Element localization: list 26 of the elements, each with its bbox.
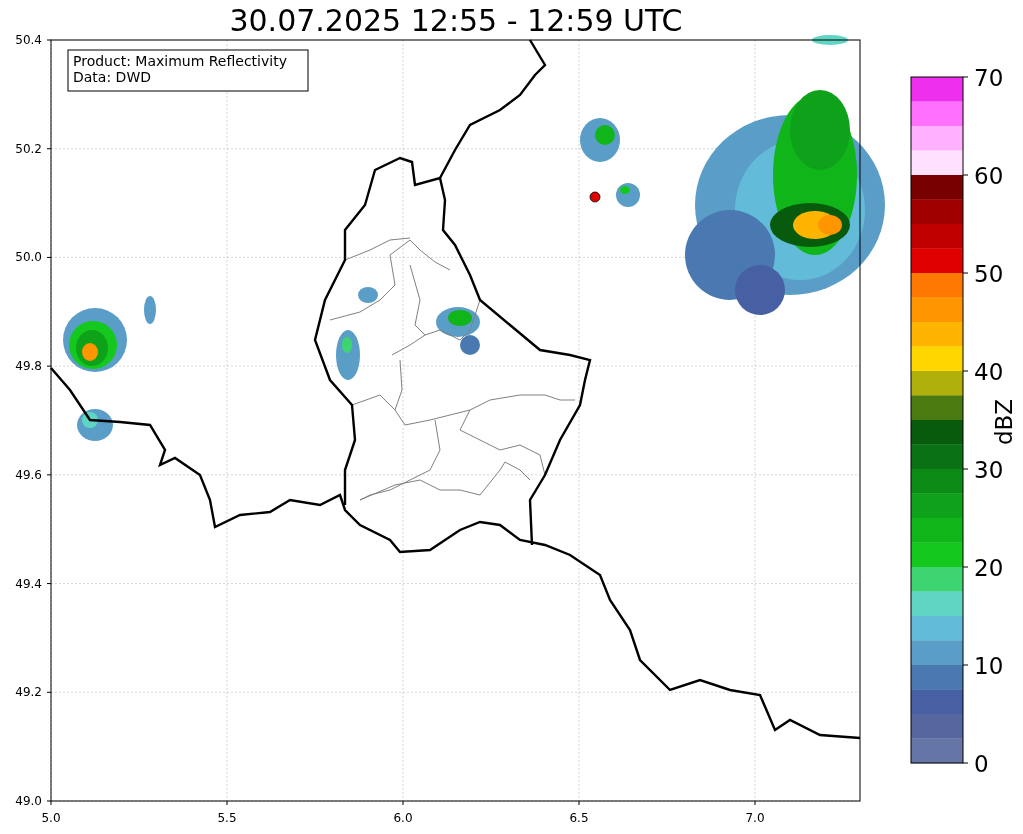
- info-text: Product: Maximum Reflectivity: [73, 53, 287, 69]
- colorbar-tick-label: 60: [974, 163, 1004, 189]
- colorbar-tick-label: 50: [974, 261, 1004, 287]
- colorbar-tick-label: 70: [974, 65, 1004, 91]
- chart-title: 30.07.2025 12:55 - 12:59 UTC: [229, 3, 683, 38]
- y-tick-label: 49.4: [15, 576, 42, 591]
- y-tick-label: 49.6: [15, 467, 42, 482]
- colorbar-tick-label: 20: [974, 555, 1004, 581]
- location-marker: [589, 191, 601, 203]
- x-tick-label: 5.5: [217, 811, 237, 825]
- x-tick-label: 6.0: [393, 811, 413, 825]
- info-text: Data: DWD: [73, 69, 151, 85]
- x-tick-label: 7.0: [745, 811, 765, 825]
- y-tick-label: 50.0: [15, 250, 42, 265]
- colorbar-tick-label: 40: [974, 359, 1004, 385]
- colorbar-tick-label: 0: [974, 751, 989, 777]
- y-tick-label: 49.8: [15, 359, 42, 374]
- x-tick-label: 5.0: [41, 811, 61, 825]
- x-tick-label: 6.5: [569, 811, 589, 825]
- y-tick-label: 50.2: [15, 141, 42, 156]
- y-tick-label: 50.4: [15, 33, 42, 47]
- y-tick-label: 49.2: [15, 685, 42, 700]
- colorbar-label: dBZ: [991, 398, 1017, 446]
- colorbar-tick-label: 10: [974, 653, 1004, 679]
- y-tick-label: 49.0: [15, 794, 42, 808]
- colorbar-tick-label: 30: [974, 457, 1004, 483]
